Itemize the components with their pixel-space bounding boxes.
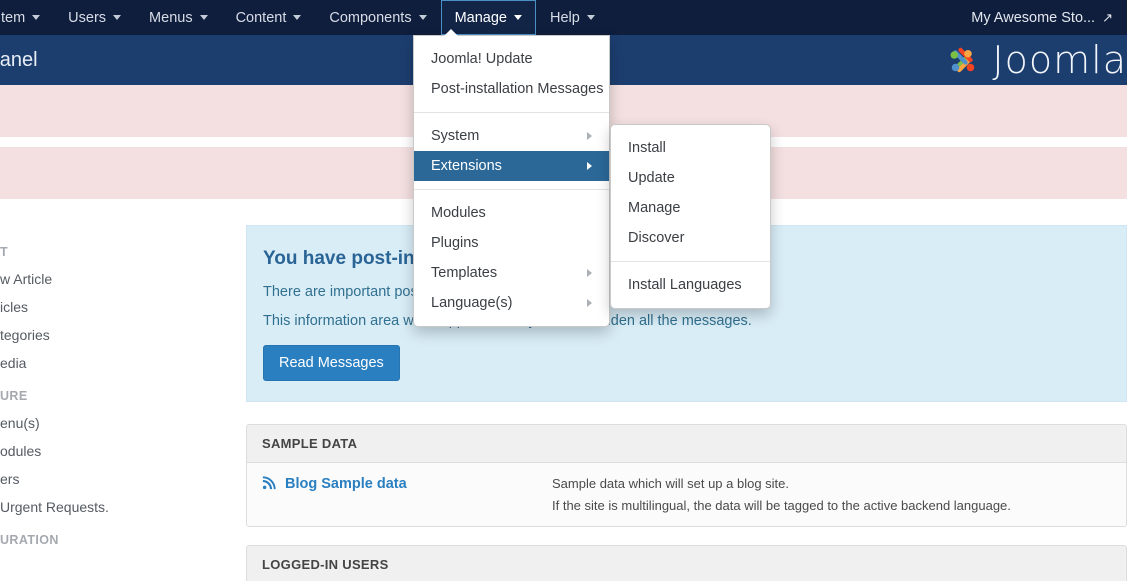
menu-item-label: Install Languages: [628, 277, 742, 293]
main-nav: tem Users Menus Content Components Manage Help: [0, 0, 609, 35]
info-panel-line-2: This information area won't appear when …: [263, 313, 752, 329]
site-name-link[interactable]: My Awesome Sto... ↗: [971, 0, 1127, 35]
chevron-down-icon: [199, 15, 208, 20]
sidebar-item-articles[interactable]: icles: [0, 293, 218, 321]
joomla-brand: Joomla: [943, 38, 1127, 82]
nav-item-label: Menus: [149, 9, 193, 26]
sample-data-card: SAMPLE DATA Blog Sample data Sample data…: [246, 424, 1127, 527]
nav-item-label: Components: [329, 9, 412, 26]
menu-item-label: Extensions: [431, 158, 502, 174]
chevron-down-icon: [293, 15, 302, 20]
sidebar-group-title-configuration-group: URATION: [0, 533, 59, 547]
nav-item-users[interactable]: Users: [54, 0, 135, 35]
sidebar-item-menus[interactable]: enu(s): [0, 409, 218, 437]
menu-item-extensions[interactable]: Extensions: [414, 151, 609, 181]
sample-data-desc-1: Sample data which will set up a blog sit…: [552, 476, 790, 491]
submenu-item-install-languages[interactable]: Install Languages: [611, 270, 770, 300]
nav-item-help[interactable]: Help: [536, 0, 609, 35]
site-name-label: My Awesome Sto...: [971, 9, 1096, 26]
menu-item-system[interactable]: System: [414, 121, 609, 151]
menu-item-label: Discover: [628, 230, 685, 246]
nav-item-content[interactable]: Content: [222, 0, 316, 35]
page-title: ntrol Panel: [0, 48, 38, 71]
manage-menu-caret: [443, 29, 459, 37]
nav-item-label: Content: [235, 9, 287, 26]
menu-item-label: Plugins: [431, 235, 479, 251]
menu-separator: [611, 261, 770, 262]
nav-item-label: Users: [68, 9, 107, 26]
submenu-item-discover[interactable]: Discover: [611, 223, 770, 253]
menu-item-label: Update: [628, 170, 675, 186]
top-menu-bar: tem Users Menus Content Components Manage Help…: [0, 0, 1127, 35]
logged-in-users-card: LOGGED-IN USERS Super User Administratio…: [246, 545, 1127, 581]
sidebar: Tw Article icles tegories edia URE enu(s) odul…: [0, 225, 218, 581]
menu-item-joomla-update[interactable]: Joomla! Update: [414, 44, 609, 74]
chevron-down-icon: [586, 15, 595, 20]
submenu-item-update[interactable]: Update: [611, 163, 770, 193]
submenu-item-manage[interactable]: Manage: [611, 193, 770, 223]
sidebar-note-users-group: Urgent Requests.: [0, 499, 109, 515]
sidebar-item-new-article[interactable]: w Article: [0, 265, 218, 293]
blog-sample-data-link[interactable]: Blog Sample data: [285, 476, 407, 492]
submenu-item-install[interactable]: Install: [611, 133, 770, 163]
menu-item-label: System: [431, 128, 480, 144]
nav-item-label: Manage: [454, 9, 507, 26]
feed-icon: [262, 476, 276, 492]
nav-item-label: Help: [550, 9, 580, 26]
chevron-right-icon: [587, 162, 592, 170]
chevron-down-icon: [113, 15, 122, 20]
menu-item-plugins[interactable]: Plugins: [414, 228, 609, 258]
chevron-down-icon: [32, 15, 41, 20]
chevron-right-icon: [587, 132, 592, 140]
sidebar-group-title-content-group: T: [0, 245, 9, 259]
nav-item-system[interactable]: tem: [0, 0, 54, 35]
menu-item-label: Modules: [431, 205, 486, 221]
nav-item-components[interactable]: Components: [315, 0, 440, 35]
sample-data-heading: SAMPLE DATA: [247, 425, 1126, 463]
nav-item-label: tem: [1, 9, 26, 26]
menu-item-label: Manage: [628, 200, 681, 216]
external-link-icon: ↗: [1102, 9, 1113, 25]
joomla-logo-icon: [950, 47, 975, 73]
menu-item-languages[interactable]: Language(s): [414, 288, 609, 318]
menu-item-templates[interactable]: Templates: [414, 258, 609, 288]
logged-in-users-heading: LOGGED-IN USERS: [247, 546, 1126, 581]
extensions-submenu: Install Update Manage Discover Install Langu…: [610, 124, 771, 309]
menu-item-post-installation-messages[interactable]: Post-installation Messages: [414, 74, 609, 104]
manage-dropdown-menu: Joomla! Update Post-installation Messages…: [413, 35, 610, 327]
sample-data-desc-2: If the site is multilingual, the data wi…: [552, 498, 1011, 513]
sample-data-row: Blog Sample data Sample data which will …: [247, 463, 1126, 526]
menu-separator: [414, 112, 609, 113]
joomla-wordmark: Joomla: [992, 38, 1127, 82]
menu-item-modules[interactable]: Modules: [414, 198, 609, 228]
sidebar-group-title-structure-group: URE: [0, 389, 28, 403]
sidebar-item-media[interactable]: edia: [0, 349, 218, 377]
chevron-down-icon: [514, 15, 522, 20]
menu-item-label: Templates: [431, 265, 498, 281]
joomla-admin-window: tem Users Menus Content Components Manage Help…: [0, 0, 1127, 581]
chevron-right-icon: [587, 269, 592, 277]
menu-separator: [414, 189, 609, 190]
nav-item-menus[interactable]: Menus: [135, 0, 222, 35]
menu-item-label: Install: [628, 140, 666, 156]
sidebar-item-categories[interactable]: tegories: [0, 321, 218, 349]
menu-item-label: Joomla! Update: [431, 51, 533, 67]
menu-item-label: Language(s): [431, 295, 513, 311]
sidebar-item-users[interactable]: ers: [0, 465, 218, 493]
menu-item-label: Post-installation Messages: [431, 81, 604, 97]
feed-icon-svg: [262, 476, 276, 490]
chevron-right-icon: [587, 299, 592, 307]
sidebar-item-modules[interactable]: odules: [0, 437, 218, 465]
read-messages-button[interactable]: Read Messages: [263, 345, 400, 381]
chevron-down-icon: [418, 15, 427, 20]
